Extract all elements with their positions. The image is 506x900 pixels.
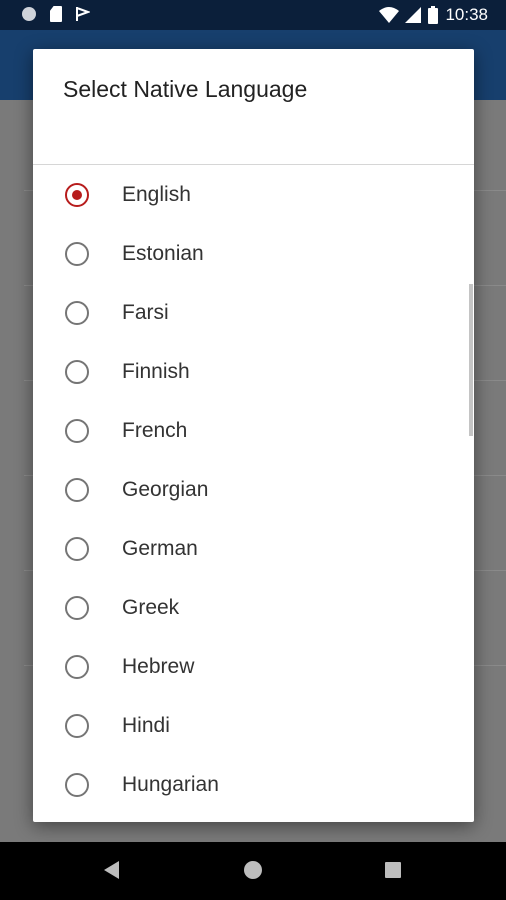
radio-unchecked-icon[interactable]	[65, 596, 89, 620]
navigation-bar	[0, 842, 506, 900]
language-option[interactable]: Hebrew	[33, 638, 474, 697]
language-option[interactable]: Estonian	[33, 225, 474, 284]
language-option[interactable]: Indonesian	[33, 815, 474, 822]
radio-checked-icon[interactable]	[65, 183, 89, 207]
language-option[interactable]: Hindi	[33, 697, 474, 756]
status-time: 10:38	[445, 5, 488, 24]
radio-dot-icon	[72, 190, 82, 200]
notification-dot-icon	[22, 7, 36, 21]
language-option-label: English	[122, 183, 191, 206]
language-option-label: Georgian	[122, 478, 209, 501]
language-option-label: Estonian	[122, 242, 204, 265]
back-icon[interactable]	[104, 861, 119, 879]
language-option-label: Greek	[122, 596, 180, 619]
radio-unchecked-icon[interactable]	[65, 478, 89, 502]
language-option-label: French	[122, 419, 188, 442]
language-option[interactable]: French	[33, 402, 474, 461]
language-option-label: Hebrew	[122, 655, 195, 678]
language-option-label: German	[122, 537, 198, 560]
radio-unchecked-icon[interactable]	[65, 714, 89, 738]
language-option[interactable]: Georgian	[33, 461, 474, 520]
radio-unchecked-icon[interactable]	[65, 773, 89, 797]
flag-icon	[76, 7, 90, 21]
recents-icon[interactable]	[385, 862, 401, 878]
status-bar: 10:38	[0, 0, 506, 30]
language-option[interactable]: Farsi	[33, 284, 474, 343]
language-option[interactable]: English	[33, 166, 474, 225]
home-icon[interactable]	[244, 861, 262, 879]
language-list[interactable]: English Estonian Farsi Finnish French Georgia…	[33, 166, 474, 822]
language-option[interactable]: Finnish	[33, 343, 474, 402]
radio-unchecked-icon[interactable]	[65, 537, 89, 561]
language-option-label: Farsi	[122, 301, 169, 324]
language-option[interactable]: Greek	[33, 579, 474, 638]
radio-unchecked-icon[interactable]	[65, 419, 89, 443]
signal-icon	[405, 7, 422, 23]
language-option-label: Hungarian	[122, 773, 219, 796]
language-option[interactable]: Hungarian	[33, 756, 474, 815]
title-divider	[33, 164, 474, 165]
radio-unchecked-icon[interactable]	[65, 655, 89, 679]
dialog-title: Select Native Language	[63, 76, 308, 102]
language-option-label: Finnish	[122, 360, 190, 383]
sd-card-icon	[50, 6, 62, 22]
radio-unchecked-icon[interactable]	[65, 242, 89, 266]
wifi-icon	[379, 7, 400, 23]
radio-unchecked-icon[interactable]	[65, 360, 89, 384]
language-dialog: Select Native Language English Estonian Fa…	[33, 49, 474, 822]
language-option-label: Hindi	[122, 714, 170, 737]
battery-icon	[428, 6, 439, 24]
radio-unchecked-icon[interactable]	[65, 301, 89, 325]
language-option[interactable]: German	[33, 520, 474, 579]
scrollbar[interactable]	[469, 284, 473, 436]
